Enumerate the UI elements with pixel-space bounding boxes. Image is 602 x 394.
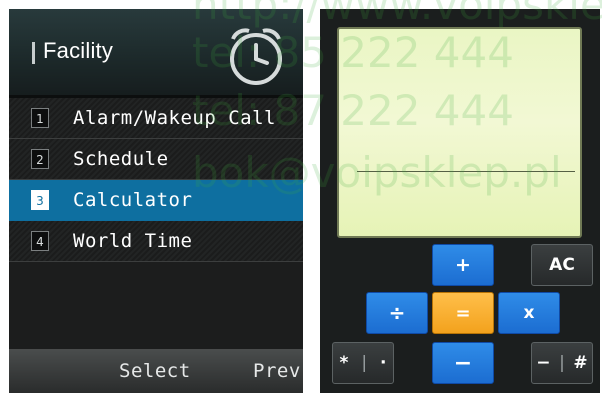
minus-hash-key[interactable]: − | # bbox=[531, 342, 593, 384]
plus-key[interactable]: + bbox=[432, 244, 494, 286]
dot-label: · bbox=[380, 353, 387, 373]
star-label: * bbox=[339, 353, 349, 373]
divide-key[interactable]: ÷ bbox=[366, 292, 428, 334]
menu-item-calculator[interactable]: 3 Calculator bbox=[9, 180, 303, 221]
menu-item-label: Calculator bbox=[73, 189, 193, 211]
equals-key[interactable]: = bbox=[432, 292, 494, 334]
menu-item-alarm-wakeup-call[interactable]: 1 Alarm/Wakeup Call bbox=[9, 98, 303, 139]
hash-label: # bbox=[573, 353, 588, 373]
facility-menu-list: 1 Alarm/Wakeup Call 2 Schedule 3 Calcula… bbox=[9, 98, 303, 262]
all-clear-key[interactable]: AC bbox=[531, 244, 593, 286]
menu-item-world-time[interactable]: 4 World Time bbox=[9, 221, 303, 262]
menu-item-label: Alarm/Wakeup Call bbox=[73, 107, 276, 129]
select-softkey[interactable]: Select bbox=[119, 360, 191, 382]
prev-softkey[interactable]: Prev bbox=[253, 360, 301, 382]
menu-item-number: 2 bbox=[31, 149, 49, 169]
menu-item-number: 1 bbox=[31, 108, 49, 128]
menu-item-schedule[interactable]: 2 Schedule bbox=[9, 139, 303, 180]
screen-header: Facility bbox=[9, 9, 303, 95]
lcd-baseline bbox=[357, 171, 575, 172]
key-separator: | bbox=[361, 353, 368, 373]
calculator-screen: + AC ÷ = x * | · − − | # bbox=[320, 9, 600, 393]
minus-label: − bbox=[536, 353, 551, 373]
menu-item-number: 4 bbox=[31, 231, 49, 251]
menu-item-label: World Time bbox=[73, 230, 193, 252]
page-title: Facility bbox=[43, 38, 114, 63]
softkey-bar: Select Prev bbox=[9, 349, 303, 393]
menu-item-number: 3 bbox=[31, 190, 49, 210]
facility-menu-screen: Facility 1 Alarm/Wakeup Call 2 Schedule … bbox=[9, 9, 303, 393]
calculator-lcd bbox=[337, 27, 582, 238]
alarm-clock-icon bbox=[230, 28, 282, 85]
star-dot-key[interactable]: * | · bbox=[332, 342, 394, 384]
multiply-key[interactable]: x bbox=[498, 292, 560, 334]
header-accent-bar bbox=[32, 42, 35, 64]
menu-item-label: Schedule bbox=[73, 148, 169, 170]
minus-key[interactable]: − bbox=[432, 342, 494, 384]
key-separator: | bbox=[559, 353, 565, 373]
